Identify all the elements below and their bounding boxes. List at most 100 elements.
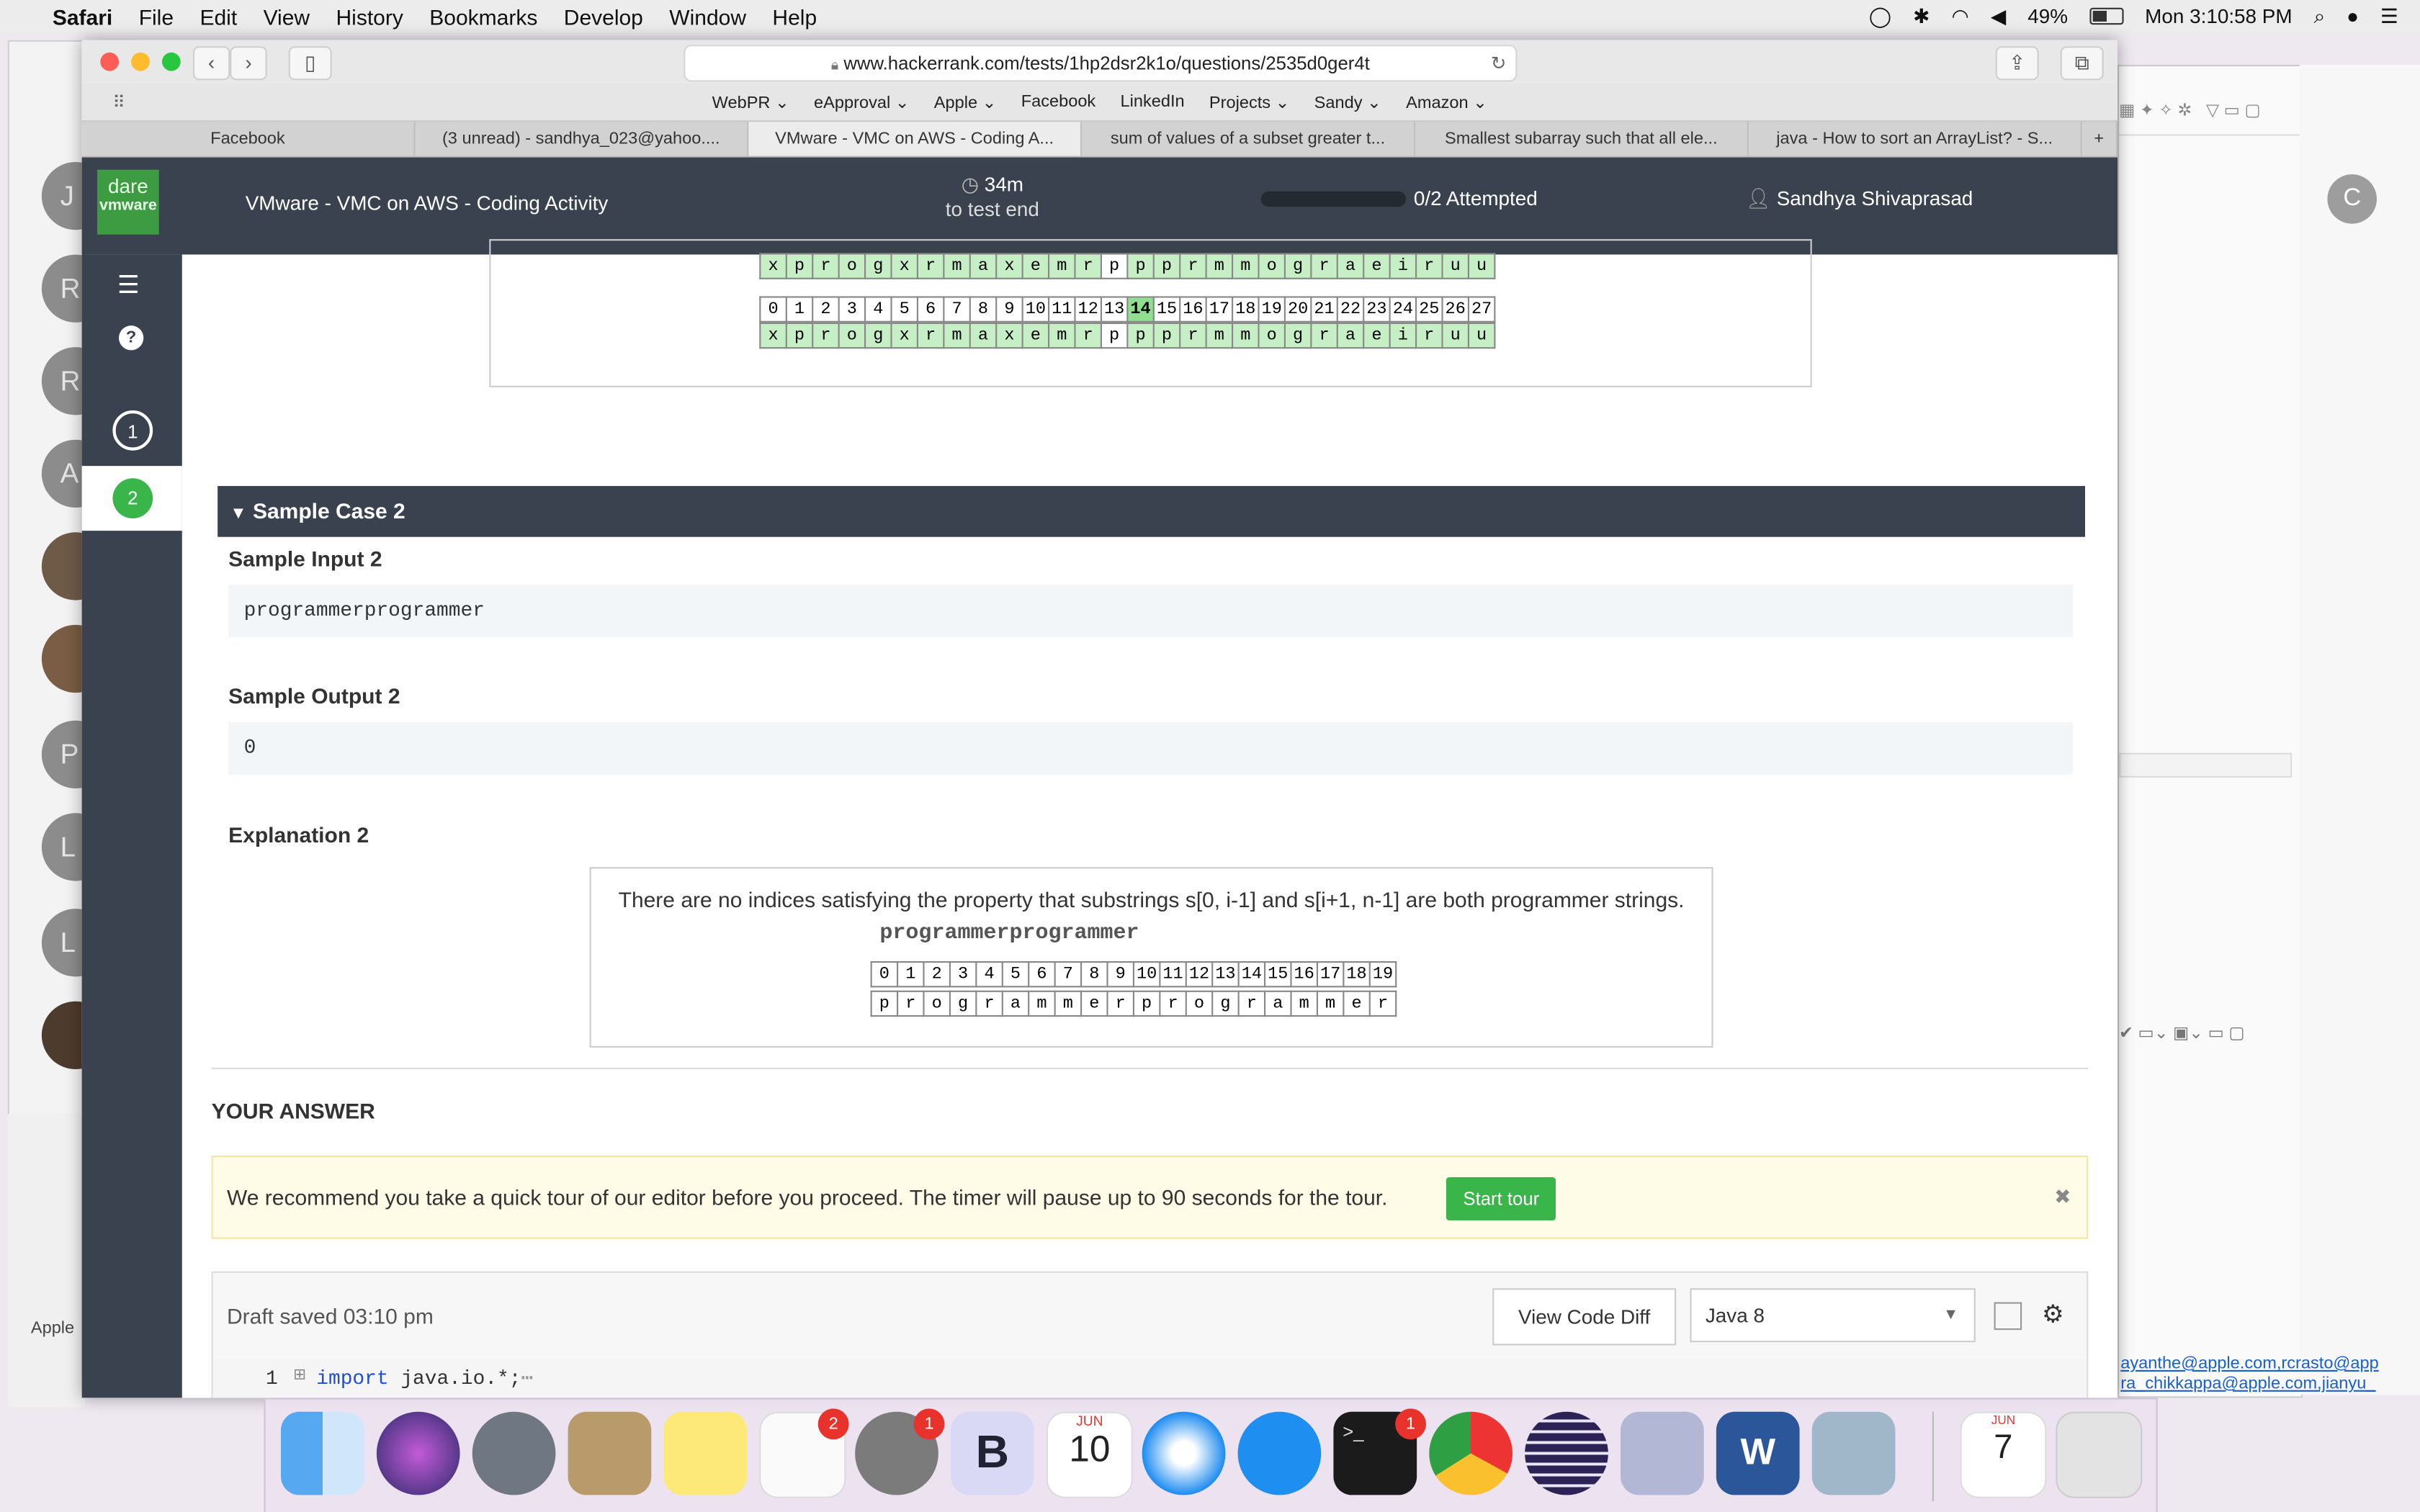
launchpad-icon[interactable] (472, 1411, 556, 1495)
folded-ellipsis[interactable]: ⋯ (521, 1367, 534, 1390)
menu-history[interactable]: History (336, 4, 403, 28)
zoom-window-button[interactable] (162, 52, 181, 71)
code-line[interactable]: import java.io.*;⋯ (316, 1367, 533, 1390)
menu-file[interactable]: File (139, 4, 174, 28)
forward-button[interactable]: › (230, 46, 267, 81)
menu-bookmarks[interactable]: Bookmarks (429, 4, 537, 28)
help-icon[interactable]: ? (119, 325, 144, 351)
volume-icon[interactable]: ◀ (1991, 4, 2006, 28)
bookmark-projects[interactable]: Projects ⌄ (1209, 91, 1289, 112)
eclipse-icon[interactable] (1525, 1411, 1608, 1495)
safari-window: ‹ › ▯ 🔒︎ www.hackerrank.com/tests/1hp2ds… (81, 40, 2118, 1398)
user-menu[interactable]: 👤︎ Sandhya Shivaprasad (1746, 186, 1973, 211)
chevron-down-icon[interactable]: ▼ (1943, 1290, 1958, 1341)
share-icon[interactable]: ⇪ (1995, 46, 2039, 81)
letter-cell: r (1179, 322, 1207, 349)
spotlight-icon[interactable]: ⌕ (2314, 4, 2326, 28)
back-button[interactable]: ‹ (192, 46, 230, 81)
tabs-overview-icon[interactable]: ⧉ (2060, 46, 2104, 81)
safari-dock-icon[interactable] (1142, 1411, 1226, 1495)
new-tab-button[interactable]: + (2082, 122, 2118, 156)
menu-window[interactable]: Window (669, 4, 746, 28)
recent-calendar-icon[interactable]: JUN 7 (1960, 1411, 2047, 1498)
chat-icon[interactable]: ◯ (1869, 4, 1891, 28)
siri-dock-icon[interactable] (376, 1411, 460, 1495)
menu-view[interactable]: View (264, 4, 310, 28)
bluetooth-icon[interactable]: ✱ (1913, 4, 1930, 28)
wifi-icon[interactable]: ◠ (1952, 4, 1969, 28)
view-code-diff-button[interactable]: View Code Diff (1492, 1288, 1677, 1346)
app-store-icon[interactable] (1237, 1411, 1322, 1495)
eclipse-toolbar[interactable]: ▦ ✦ ✧ ✲ ▽ ▭ ▢ (2119, 100, 2301, 136)
bookmark-eapproval[interactable]: eApproval ⌄ (814, 91, 909, 112)
menu-develop[interactable]: Develop (564, 4, 643, 28)
preview-icon[interactable] (1811, 1411, 1896, 1495)
bookmark-apple[interactable]: Apple ⌄ (934, 91, 997, 112)
tab-subset-sum[interactable]: sum of values of a subset greater t... (1082, 122, 1415, 156)
menu-help[interactable]: Help (772, 4, 817, 28)
sample-case-2-header[interactable]: ▼ Sample Case 2 (218, 486, 2086, 537)
letter-cell: r (1415, 322, 1443, 349)
mail-eagle-icon[interactable] (568, 1411, 652, 1495)
minimize-window-button[interactable] (131, 52, 150, 71)
question-1-button[interactable]: 1 (112, 410, 153, 451)
user-name[interactable]: Sandhya Shivaprasad (1777, 186, 1973, 210)
bookmark-amazon[interactable]: Amazon ⌄ (1406, 91, 1487, 112)
email-line[interactable]: ayanthe@apple.com,rcrasto@app (2120, 1354, 2378, 1374)
sidebar-toggle-icon[interactable]: ▯ (288, 46, 332, 81)
notes-icon[interactable] (663, 1411, 748, 1495)
siri-icon[interactable]: ● (2347, 4, 2359, 27)
sample-case-title[interactable]: Sample Case 2 (253, 498, 405, 523)
collapse-icon[interactable]: ▼ (230, 505, 246, 523)
index-cell: 3 (838, 296, 866, 323)
grid-icon[interactable]: ⠿ (112, 91, 125, 112)
ant-icon[interactable] (1621, 1411, 1704, 1495)
reload-icon[interactable]: ↻ (1491, 46, 1507, 80)
index-cell: 10 (1021, 296, 1050, 323)
close-banner-icon[interactable]: ✖ (2054, 1185, 2071, 1210)
index-cell: 8 (1080, 960, 1108, 988)
letter-cell: i (1389, 322, 1417, 349)
email-recipients[interactable]: ayanthe@apple.com,rcrasto@app ra_chikkap… (2120, 1354, 2378, 1395)
language-value[interactable]: Java 8 (1706, 1304, 1765, 1327)
code-area[interactable]: 1 ⊞ import java.io.*;⋯ 12 (212, 1359, 2087, 1398)
language-select[interactable]: Java 8 ▼ (1690, 1288, 1976, 1343)
question-2-button[interactable]: 2 (112, 478, 153, 518)
tab-hackerrank[interactable]: VMware - VMC on AWS - Coding A... (748, 122, 1083, 156)
calendar-icon[interactable]: JUN 10 (1046, 1411, 1133, 1498)
url-text[interactable]: www.hackerrank.com/tests/1hp2dsr2k1o/que… (843, 53, 1369, 74)
app-menu[interactable]: Safari (53, 4, 112, 28)
start-tour-button[interactable]: Start tour (1446, 1177, 1556, 1220)
panel-toolbar[interactable]: ✔ ▭⌄ ▣⌄ ▭ ▢ (2119, 1023, 2301, 1060)
bookmark-webpr[interactable]: WebPR ⌄ (712, 91, 789, 112)
bookmark-facebook[interactable]: Facebook (1021, 93, 1096, 112)
tab-facebook[interactable]: Facebook (82, 122, 416, 156)
notification-center-icon[interactable]: ☰ (2380, 4, 2398, 28)
letter-cell: r (896, 990, 925, 1017)
bookmark-linkedin[interactable]: LinkedIn (1121, 93, 1185, 112)
settings-gear-icon[interactable]: ⚙ (2042, 1299, 2064, 1330)
bookmark-sandy[interactable]: Sandy ⌄ (1314, 91, 1381, 112)
bbedit-icon[interactable]: B (951, 1411, 1034, 1495)
list-icon[interactable]: ☰ (117, 270, 140, 301)
index-cell: 14 (1237, 960, 1266, 988)
trash-icon[interactable] (2056, 1411, 2143, 1498)
finder-icon[interactable] (281, 1411, 364, 1495)
battery-percent[interactable]: 49% (2027, 4, 2068, 27)
divider (211, 1067, 2089, 1069)
reminders-badge: 2 (817, 1408, 849, 1440)
menu-edit[interactable]: Edit (200, 4, 237, 28)
clock[interactable]: Mon 3:10:58 PM (2145, 4, 2292, 27)
contact-avatar[interactable]: C (2327, 174, 2377, 224)
tab-smallest-subarray[interactable]: Smallest subarray such that all ele... (1415, 122, 1749, 156)
dropdown-field[interactable] (2119, 752, 2293, 778)
close-window-button[interactable] (100, 52, 119, 71)
chrome-icon[interactable] (1429, 1411, 1512, 1495)
tab-java-sort[interactable]: java - How to sort an ArrayList? - S... (1749, 122, 2082, 156)
fold-icon[interactable]: ⊞ (293, 1367, 306, 1385)
word-icon[interactable]: W (1716, 1411, 1800, 1495)
tab-yahoo-mail[interactable]: (3 unread) - sandhya_023@yahoo.... (415, 122, 749, 156)
fullscreen-icon[interactable] (1994, 1302, 2022, 1331)
email-line[interactable]: ra_chikkappa@apple.com,jianyu_ (2120, 1374, 2378, 1395)
address-bar[interactable]: 🔒︎ www.hackerrank.com/tests/1hp2dsr2k1o/… (684, 45, 1518, 82)
